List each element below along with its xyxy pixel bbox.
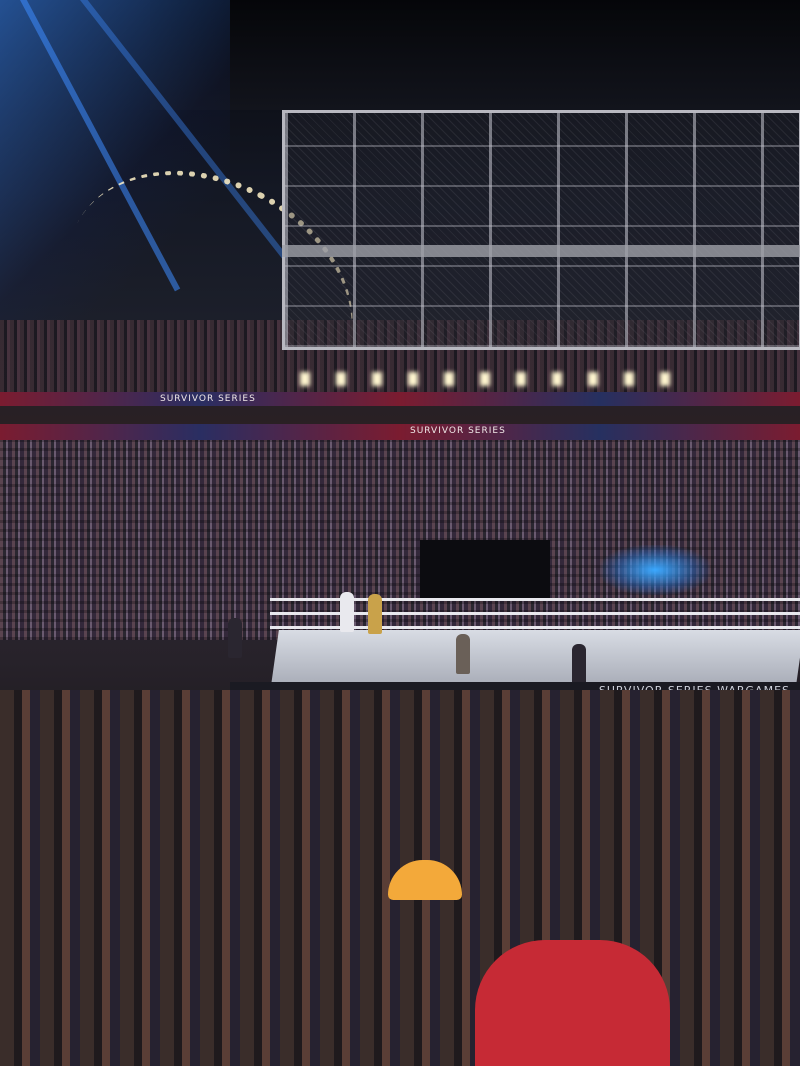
- led-ribbon-upper: SURVIVOR SERIES: [0, 392, 800, 406]
- ribbon-text: SURVIVOR SERIES: [410, 426, 506, 436]
- blue-spotlight: [600, 545, 710, 595]
- wrestler: [368, 594, 382, 634]
- entrance-tunnel: [420, 540, 550, 600]
- camera-operator: [572, 644, 586, 684]
- arena-ceiling: [150, 0, 800, 110]
- ribbon-text: SURVIVOR SERIES: [160, 394, 256, 404]
- ringside-staff: [228, 618, 242, 658]
- wrestling-ring: [271, 630, 800, 685]
- lower-bowl-crowd: [0, 440, 800, 640]
- cage-crossbar: [282, 245, 800, 257]
- referee: [456, 634, 470, 674]
- red-hoodie: [475, 940, 670, 1066]
- arena-photo: SURVIVOR SERIES SURVIVOR SERIES SURVIVOR…: [0, 0, 800, 1066]
- steel-cage: [282, 110, 800, 350]
- led-ribbon-lower: SURVIVOR SERIES: [0, 424, 800, 440]
- stage-lights: [300, 372, 680, 386]
- wrestler: [340, 592, 354, 632]
